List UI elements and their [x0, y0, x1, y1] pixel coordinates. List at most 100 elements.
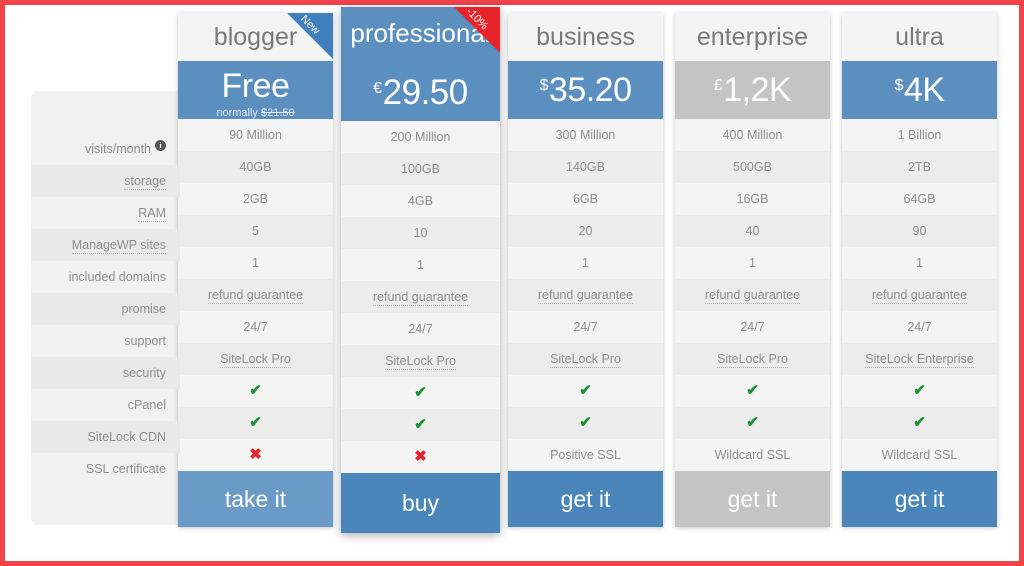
plan-price-band: £1,2K	[675, 61, 830, 119]
cell-value: 1 Billion	[897, 128, 942, 142]
plan-price-band: Free normally $21.50	[178, 61, 333, 119]
feature-label-text[interactable]: RAM	[138, 206, 166, 222]
plan-cell: 40	[675, 215, 830, 247]
cell-value: 6GB	[572, 192, 598, 206]
cell-value: Wildcard SSL	[881, 448, 958, 462]
plan-cell: 16GB	[675, 183, 830, 215]
plan-cell: 90 Million	[178, 119, 333, 151]
cell-value: 24/7	[740, 320, 765, 334]
feature-label-row: cPanel	[31, 389, 180, 421]
plan-cell: 300 Million	[508, 119, 663, 151]
cell-value: 24/7	[907, 320, 932, 334]
page-frame: visits/month i storage RAM ManageWP sites inc…	[0, 0, 1024, 566]
plan-cell: 20	[508, 215, 663, 247]
plan-cell: SiteLock Enterprise	[842, 343, 997, 375]
plan-cell: 64GB	[842, 183, 997, 215]
plan-name: enterprise	[675, 13, 830, 61]
cell-link[interactable]: SiteLock Pro	[550, 352, 621, 368]
feature-label-row: storage	[31, 165, 180, 197]
plan-cell: 140GB	[508, 151, 663, 183]
plan-cell: 90	[842, 215, 997, 247]
plan-cell: 10	[341, 217, 500, 249]
cell-value: 16GB	[736, 192, 769, 206]
cell-value: 100GB	[401, 162, 440, 176]
check-icon: ✔	[249, 382, 262, 399]
currency-symbol: $	[539, 77, 549, 94]
cell-value: 400 Million	[722, 128, 783, 142]
check-icon: ✔	[579, 414, 592, 431]
price-amount: 1,2K	[723, 71, 792, 109]
plan-cell: ✖	[341, 441, 500, 473]
plan-cell: 400 Million	[675, 119, 830, 151]
price-note-struck: $21.50	[260, 107, 295, 119]
plan-price: €29.50	[341, 59, 500, 110]
cell-value: 24/7	[243, 320, 268, 334]
pricing-table: visits/month i storage RAM ManageWP sites inc…	[5, 5, 1019, 561]
cell-link[interactable]: SiteLock Pro	[717, 352, 788, 368]
plan-price: $4K	[842, 61, 997, 107]
check-icon: ✔	[913, 414, 926, 431]
plan-price-band: $4K	[842, 61, 997, 119]
cta-button-blogger[interactable]: take it	[178, 471, 333, 527]
cell-value: 64GB	[903, 192, 936, 206]
plan-cell: refund guarantee	[842, 279, 997, 311]
feature-label-row: promise	[31, 293, 180, 325]
currency-symbol: €	[373, 80, 382, 97]
cell-value: 90 Million	[229, 128, 282, 142]
cell-value: 40GB	[239, 160, 272, 174]
price-amount: 35.20	[548, 71, 632, 109]
plan-cell: refund guarantee	[341, 281, 500, 313]
corner-ribbon-icon	[454, 7, 500, 53]
cell-link[interactable]: refund guarantee	[537, 288, 634, 304]
plan-cell: Wildcard SSL	[675, 439, 830, 471]
plan-cell: 4GB	[341, 185, 500, 217]
cell-link[interactable]: refund guarantee	[871, 288, 968, 304]
plan-cell: 2TB	[842, 151, 997, 183]
cta-button-enterprise[interactable]: get it	[675, 471, 830, 527]
feature-label-row: RAM	[31, 197, 180, 229]
plan-cell: Wildcard SSL	[842, 439, 997, 471]
feature-label-text: SiteLock CDN	[87, 430, 167, 444]
cta-button-ultra[interactable]: get it	[842, 471, 997, 527]
cta-button-business[interactable]: get it	[508, 471, 663, 527]
plan-column-business: business $35.20 300 Million 140GB 6GB 20 1 refu…	[508, 13, 663, 527]
plan-cell: 6GB	[508, 183, 663, 215]
plan-column-professional: -10% professional €29.50 200 Million 100GB 4G…	[341, 6, 500, 533]
plan-cell: refund guarantee	[178, 279, 333, 311]
cell-link[interactable]: refund guarantee	[704, 288, 801, 304]
feature-label-text: support	[124, 334, 166, 348]
plan-cell: ✔	[675, 375, 830, 407]
cell-value: 1	[916, 256, 923, 270]
price-amount: 4K	[903, 71, 945, 109]
check-icon: ✔	[249, 414, 262, 431]
plan-price: £1,2K	[675, 61, 830, 107]
plan-cell: SiteLock Pro	[341, 345, 500, 377]
feature-label-row: included domains	[31, 261, 180, 293]
plan-cell: SiteLock Pro	[675, 343, 830, 375]
plan-cell: 100GB	[341, 153, 500, 185]
plan-cell: 24/7	[341, 313, 500, 345]
plan-name: business	[508, 13, 663, 61]
cell-value: 300 Million	[555, 128, 616, 142]
cell-value: 5	[252, 224, 259, 238]
plan-cell: 24/7	[178, 311, 333, 343]
cell-link[interactable]: SiteLock Enterprise	[865, 352, 974, 368]
cell-value: 24/7	[573, 320, 598, 334]
plan-price-band: $35.20	[508, 61, 663, 119]
cross-icon: ✖	[414, 448, 427, 465]
cell-link[interactable]: SiteLock Pro	[385, 354, 456, 370]
plan-cell: 24/7	[675, 311, 830, 343]
cell-value: Positive SSL	[550, 448, 621, 462]
feature-label-text[interactable]: ManageWP sites	[71, 238, 166, 254]
cell-link[interactable]: refund guarantee	[207, 288, 304, 304]
feature-label-text[interactable]: storage	[124, 174, 166, 190]
plan-cell: 1	[675, 247, 830, 279]
corner-ribbon-icon	[287, 13, 333, 59]
cta-button-professional[interactable]: buy	[341, 473, 500, 533]
cell-value: 24/7	[408, 322, 433, 336]
cell-link[interactable]: refund guarantee	[372, 290, 469, 306]
info-icon[interactable]: i	[155, 140, 166, 151]
cell-link[interactable]: SiteLock Pro	[220, 352, 291, 368]
feature-label-text: visits/month	[85, 142, 151, 156]
price-note-prefix: normally	[216, 107, 261, 119]
